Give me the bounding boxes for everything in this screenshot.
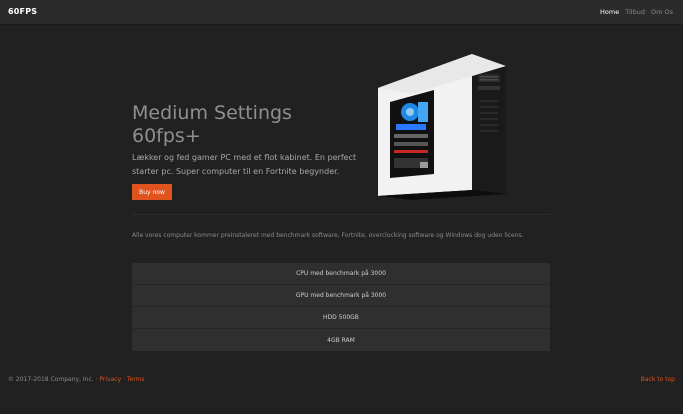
hero-title: Medium Settings 60fps+ xyxy=(132,102,352,148)
divider xyxy=(132,214,550,215)
hero-title-line2: 60fps+ xyxy=(132,125,201,147)
hero-title-line1: Medium Settings xyxy=(132,102,292,124)
footer-left: © 2017-2018 Company, Inc. · Privacy · Te… xyxy=(8,376,145,383)
spec-list: CPU med benchmark på 3000 GPU med benchm… xyxy=(132,263,550,351)
copyright-text: © 2017-2018 Company, Inc. · xyxy=(8,376,100,383)
nav-link-home[interactable]: Home xyxy=(600,8,619,16)
nav-link-om-os[interactable]: Om Os xyxy=(651,8,673,16)
spec-item-gpu: GPU med benchmark på 3000 xyxy=(132,285,550,307)
spec-item-ram: 4GB RAM xyxy=(132,329,550,351)
intro-text: Alle vores computer kommer preinstaleret… xyxy=(132,232,524,239)
brand-logo[interactable]: 60FPS xyxy=(8,7,37,16)
pc-case-image xyxy=(378,54,506,200)
back-to-top-link[interactable]: Back to top xyxy=(641,376,675,383)
hero-description: Lækker og fed gamer PC med et flot kabin… xyxy=(132,153,357,176)
buy-now-button[interactable]: Buy now xyxy=(132,184,172,200)
nav-links: Home Tilbud Om Os xyxy=(600,8,673,16)
terms-link[interactable]: Terms xyxy=(127,376,145,383)
nav-link-tilbud[interactable]: Tilbud xyxy=(625,8,645,16)
spec-item-cpu: CPU med benchmark på 3000 xyxy=(132,263,550,285)
privacy-link[interactable]: Privacy xyxy=(99,376,121,383)
spec-item-hdd: HDD 500GB xyxy=(132,307,550,329)
navbar: 60FPS Home Tilbud Om Os xyxy=(0,0,683,25)
